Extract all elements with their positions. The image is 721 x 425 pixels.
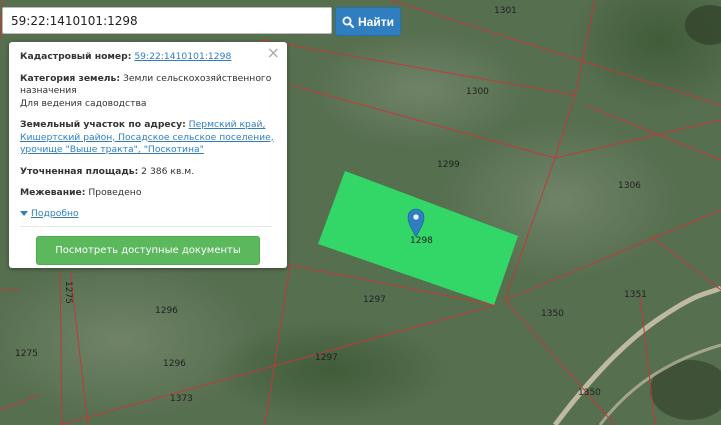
terrain-patch (210, 320, 450, 420)
cadastral-row: Кадастровый номер: 59:22:1410101:1298 (20, 51, 277, 64)
category-label: Категория земель: (20, 72, 121, 84)
caret-down-icon (20, 210, 28, 216)
terrain-patch (310, 30, 530, 150)
address-row: Земельный участок по адресу: Пермский кр… (20, 119, 277, 157)
parcel-number-label: 1350 (578, 388, 601, 398)
map-pin-dot (413, 214, 419, 220)
parcel-info-popup: × Кадастровый номер: 59:22:1410101:1298 … (9, 42, 287, 268)
search-button-label: Найти (358, 14, 394, 29)
area-label: Уточненная площадь: (20, 165, 139, 177)
parcel-number-label: 1306 (618, 181, 641, 191)
purpose-value: Для ведения садоводства (20, 97, 147, 109)
parcel-number-label: 1300 (466, 87, 489, 97)
parcel-number-label: 1350 (541, 309, 564, 319)
category-row: Категория земель: Земли сельскохозяйстве… (20, 73, 277, 111)
cadastral-label: Кадастровый номер: (20, 51, 132, 62)
details-link[interactable]: Подробно (31, 208, 79, 219)
close-icon[interactable]: × (267, 45, 280, 61)
popup-divider (20, 225, 272, 227)
parcel-number-label: 1297 (363, 295, 386, 305)
parcel-number-label: 1297 (315, 353, 338, 363)
search-icon (342, 16, 354, 28)
cadastral-number-link[interactable]: 59:22:1410101:1298 (134, 51, 231, 62)
parcel-number-label: 1299 (437, 160, 460, 170)
survey-value: Проведено (88, 187, 142, 198)
parcel-number-label: 1351 (624, 290, 647, 300)
parcel-number-label: 1275 (63, 281, 73, 304)
parcel-number-label: 1301 (494, 6, 517, 16)
survey-row: Межевание: Проведено (20, 187, 277, 200)
details-toggle[interactable]: Подробно (20, 208, 277, 219)
search-input[interactable] (2, 7, 332, 34)
search-bar: Найти (2, 7, 401, 36)
parcel-number-label: 1275 (15, 349, 38, 359)
address-label: Земельный участок по адресу: (20, 119, 186, 130)
search-button[interactable]: Найти (335, 7, 401, 36)
parcel-number-label: 1296 (163, 359, 186, 369)
parcel-number-label: 1373 (170, 394, 193, 404)
survey-label: Межевание: (20, 187, 86, 198)
selected-parcel-label: 1298 (410, 236, 433, 246)
area-value: 2 386 кв.м. (141, 165, 195, 177)
parcel-number-label: 1296 (155, 306, 178, 316)
view-documents-button[interactable]: Посмотреть доступные документы (36, 235, 260, 265)
area-row: Уточненная площадь: 2 386 кв.м. (20, 166, 277, 179)
